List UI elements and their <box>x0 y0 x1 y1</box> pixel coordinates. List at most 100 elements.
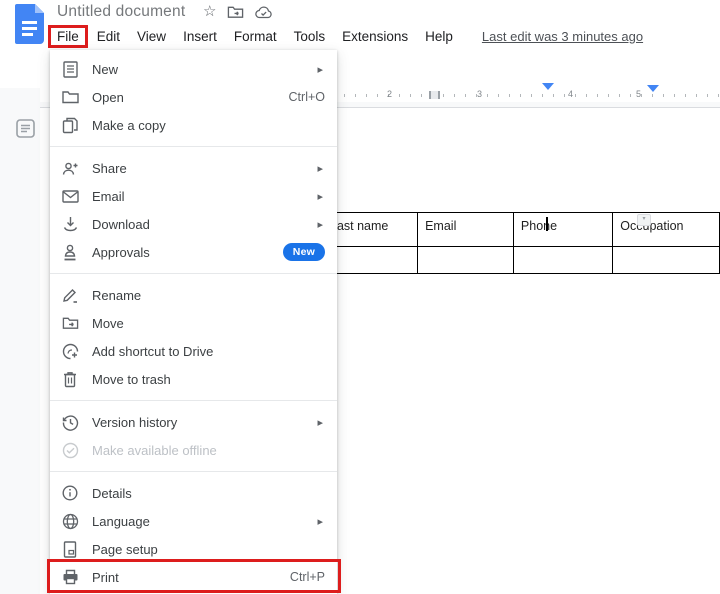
table-cell-menu-icon[interactable]: ▾ <box>637 214 651 226</box>
table-column-marker[interactable] <box>429 91 440 99</box>
menubar-insert[interactable]: Insert <box>183 27 217 46</box>
menu-item-email[interactable]: Email ▸ <box>50 182 337 210</box>
menu-item-share[interactable]: Share ▸ <box>50 154 337 182</box>
ruler-number: 4 <box>568 89 574 99</box>
table-cell[interactable] <box>612 246 720 274</box>
last-edit-link[interactable]: Last edit was 3 minutes ago <box>482 29 643 44</box>
menu-item-language[interactable]: Language ▸ <box>50 507 337 535</box>
menu-item-page-setup[interactable]: Page setup <box>50 535 337 563</box>
menubar-view[interactable]: View <box>137 27 166 46</box>
menu-divider <box>50 400 337 401</box>
table-cell[interactable] <box>512 246 614 274</box>
offline-icon <box>61 441 79 459</box>
rename-pencil-icon <box>61 286 79 304</box>
copy-icon <box>61 116 79 134</box>
menubar-tools[interactable]: Tools <box>294 27 326 46</box>
star-icon[interactable]: ☆ <box>203 3 216 21</box>
menu-item-label: Make a copy <box>92 117 166 133</box>
new-document-icon <box>61 60 79 78</box>
menu-item-label: Rename <box>92 287 142 303</box>
top-bar: Untitled document ☆ File Edit View Inser… <box>0 0 720 50</box>
menu-item-label: Approvals <box>92 244 150 260</box>
menu-item-rename[interactable]: Rename <box>50 281 337 309</box>
submenu-arrow-icon: ▸ <box>317 162 323 175</box>
menu-item-label: Add shortcut to Drive <box>92 343 214 359</box>
table-header-row: Last name Email Phone Occupation <box>321 212 720 247</box>
menu-item-print[interactable]: Print Ctrl+P <box>50 563 337 591</box>
menubar-help[interactable]: Help <box>425 27 453 46</box>
table-header-cell[interactable]: Phone <box>512 212 614 247</box>
ruler-number: 3 <box>477 89 483 99</box>
menu-item-shortcut: Ctrl+P <box>289 570 325 584</box>
menu-item-label: Details <box>92 485 132 501</box>
document-title[interactable]: Untitled document <box>57 3 185 21</box>
print-icon <box>61 568 79 586</box>
menu-item-label: Page setup <box>92 541 158 557</box>
cloud-status-icon[interactable] <box>255 6 273 19</box>
open-folder-icon <box>61 88 79 106</box>
ruler-number: 5 <box>636 89 642 99</box>
menu-item-label: Move to trash <box>92 371 171 387</box>
table-header-cell[interactable]: Email <box>417 212 514 247</box>
new-badge: New <box>282 243 325 261</box>
menu-item-label: Move <box>92 315 124 331</box>
menu-item-make-available-offline: Make available offline <box>50 436 337 464</box>
ruler-number: 2 <box>387 89 393 99</box>
trash-icon <box>61 370 79 388</box>
menu-item-label: Download <box>92 216 150 232</box>
menubar-edit[interactable]: Edit <box>97 27 120 46</box>
info-icon <box>61 484 79 502</box>
menubar-file[interactable]: File <box>57 27 79 46</box>
menu-item-label: Version history <box>92 414 178 430</box>
table-row <box>321 246 720 274</box>
table-header-cell[interactable]: Occupation <box>612 212 720 247</box>
submenu-arrow-icon: ▸ <box>317 515 323 528</box>
move-folder-icon <box>61 314 79 332</box>
document-table[interactable]: Last name Email Phone Occupation <box>321 212 720 274</box>
menu-item-approvals[interactable]: Approvals New <box>50 238 337 266</box>
menubar-format[interactable]: Format <box>234 27 277 46</box>
menu-item-label: Email <box>92 188 125 204</box>
menu-item-move[interactable]: Move <box>50 309 337 337</box>
menu-item-label: Print <box>92 569 119 585</box>
menu-item-new[interactable]: New ▸ <box>50 55 337 83</box>
menu-item-details[interactable]: Details <box>50 479 337 507</box>
globe-icon <box>61 512 79 530</box>
approvals-icon <box>61 243 79 261</box>
menu-item-label: New <box>92 61 119 77</box>
google-docs-logo-icon[interactable] <box>15 4 44 44</box>
menu-item-move-to-trash[interactable]: Move to trash <box>50 365 337 393</box>
download-icon <box>61 215 79 233</box>
submenu-arrow-icon: ▸ <box>317 63 323 76</box>
submenu-arrow-icon: ▸ <box>317 218 323 231</box>
table-cell[interactable] <box>417 246 514 274</box>
menu-item-open[interactable]: Open Ctrl+O <box>50 83 337 111</box>
menu-divider <box>50 273 337 274</box>
text-cursor <box>546 217 548 231</box>
file-menu-dropdown: New ▸ Open Ctrl+O Make a copy Share ▸ Em… <box>50 50 337 594</box>
submenu-arrow-icon: ▸ <box>317 416 323 429</box>
menu-bar: File Edit View Insert Format Tools Exten… <box>48 25 643 48</box>
menu-item-version-history[interactable]: Version history ▸ <box>50 408 337 436</box>
page-setup-icon <box>61 540 79 558</box>
version-history-icon <box>61 413 79 431</box>
menu-item-label: Open <box>92 89 124 105</box>
menu-item-shortcut: Ctrl+O <box>288 90 325 104</box>
menu-divider <box>50 471 337 472</box>
file-menu-highlight-box: File <box>48 25 88 48</box>
menu-item-add-shortcut-to-drive[interactable]: Add shortcut to Drive <box>50 337 337 365</box>
email-envelope-icon <box>61 187 79 205</box>
menu-item-download[interactable]: Download ▸ <box>50 210 337 238</box>
document-outline-icon[interactable] <box>15 118 36 139</box>
menu-item-label: Share <box>92 160 127 176</box>
menubar-extensions[interactable]: Extensions <box>342 27 408 46</box>
move-folder-icon[interactable] <box>227 5 244 19</box>
menu-item-label: Language <box>92 513 150 529</box>
submenu-arrow-icon: ▸ <box>317 190 323 203</box>
menu-item-label: Make available offline <box>92 442 217 458</box>
share-person-add-icon <box>61 159 79 177</box>
menu-divider <box>50 146 337 147</box>
google-docs-window: Untitled document ☆ File Edit View Inser… <box>0 0 720 594</box>
menu-item-make-a-copy[interactable]: Make a copy <box>50 111 337 139</box>
drive-shortcut-icon <box>61 342 79 360</box>
